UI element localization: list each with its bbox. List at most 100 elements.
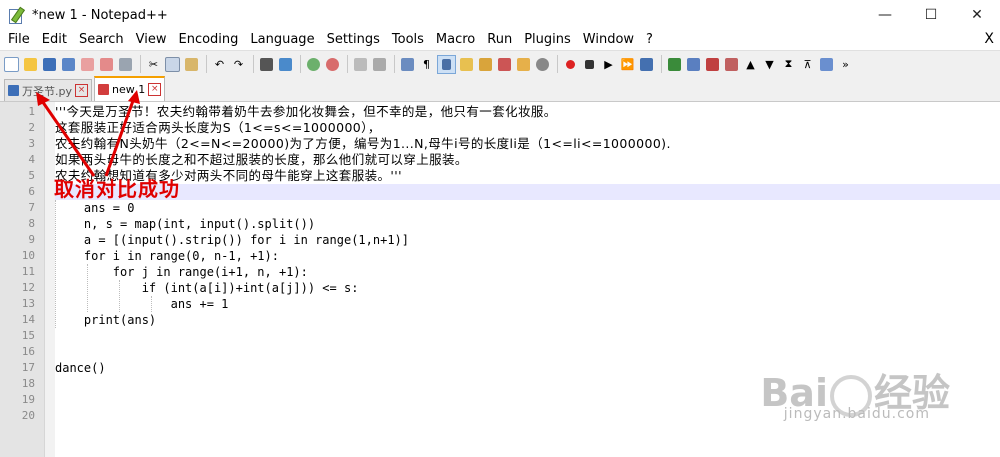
tab-new-1[interactable]: new 1 × (94, 76, 166, 101)
indent-guide (119, 280, 120, 312)
toolbar: ✂ ↶ ↷ ¶ ▶ ⏩ ▲ ▼ ⧗ ⊼ » (0, 50, 1000, 77)
function-list-icon[interactable] (496, 56, 513, 73)
menu-edit[interactable]: Edit (36, 30, 73, 50)
line-number: 3 (28, 137, 35, 150)
line-number: 18 (21, 377, 35, 390)
code-text: if (int(a[i])+int(a[j])) <= s: (55, 281, 359, 295)
line-number: 6 (28, 185, 35, 198)
udl-icon[interactable] (458, 56, 475, 73)
zoom-in-icon[interactable] (305, 56, 322, 73)
menu-plugins[interactable]: Plugins (518, 30, 577, 50)
code-line: ans += 1 (55, 296, 1000, 312)
sync-vertical-icon[interactable] (352, 56, 369, 73)
line-number: 11 (21, 265, 35, 278)
line-number: 5 (28, 169, 35, 182)
tab-close-icon[interactable]: × (148, 83, 162, 96)
code-text: '''今天是万圣节！农夫约翰带着奶牛去参加化妆舞会，但不幸的是，他只有一套化妆服… (55, 104, 557, 119)
paste-icon[interactable] (183, 56, 200, 73)
menu-language[interactable]: Language (244, 30, 320, 50)
minimize-button[interactable]: — (862, 0, 908, 30)
menu-file[interactable]: File (2, 30, 36, 50)
new-file-icon[interactable] (3, 56, 20, 73)
close-button[interactable]: ✕ (954, 0, 1000, 30)
menu-help[interactable]: ? (640, 30, 659, 50)
run-macro-multiple-icon[interactable]: ⏩ (619, 56, 636, 73)
menu-bar: File Edit Search View Encoding Language … (0, 30, 1000, 50)
tab-label: new 1 (112, 83, 146, 96)
sync-horizontal-icon[interactable] (371, 56, 388, 73)
code-text: for i in range(0, n-1, +1): (55, 249, 279, 263)
menu-run[interactable]: Run (481, 30, 518, 50)
menu-search[interactable]: Search (73, 30, 130, 50)
open-file-icon[interactable] (22, 56, 39, 73)
code-text: ans = 0 (55, 201, 135, 215)
code-line: print(ans) (55, 312, 1000, 328)
replace-icon[interactable] (277, 56, 294, 73)
first-diff-icon[interactable]: ▲ (742, 56, 759, 73)
tab-close-icon[interactable]: × (75, 84, 88, 97)
line-number: 14 (21, 313, 35, 326)
close-file-icon[interactable] (79, 56, 96, 73)
watermark-url: jingyan.baidu.com (783, 406, 930, 422)
monitoring-icon[interactable] (534, 56, 551, 73)
notepadpp-icon (8, 6, 26, 24)
window-title: *new 1 - Notepad++ (32, 7, 168, 23)
nav-bar-icon[interactable] (818, 56, 835, 73)
menu-encoding[interactable]: Encoding (172, 30, 244, 50)
code-text: a = [(input().strip()) for i in range(1,… (55, 233, 410, 247)
line-number: 16 (21, 345, 35, 358)
code-text: 如果两头母牛的长度之和不超过服装的长度，那么他们就可以穿上服装。 (55, 152, 468, 167)
menu-window[interactable]: Window (577, 30, 640, 50)
code-text: ans += 1 (55, 297, 229, 311)
menu-tools[interactable]: Tools (386, 30, 430, 50)
last-diff-icon[interactable]: ⧗ (780, 56, 797, 73)
toolbar-more-icon[interactable]: » (837, 56, 854, 73)
maximize-button[interactable]: ☐ (908, 0, 954, 30)
redo-icon[interactable]: ↷ (230, 56, 247, 73)
line-number: 17 (21, 361, 35, 374)
menu-macro[interactable]: Macro (430, 30, 481, 50)
indent-guide (151, 296, 152, 312)
code-line: a = [(input().strip()) for i in range(1,… (55, 232, 1000, 248)
stop-macro-icon[interactable] (581, 56, 598, 73)
prev-diff-icon[interactable]: ⊼ (799, 56, 816, 73)
find-icon[interactable] (258, 56, 275, 73)
play-macro-icon[interactable]: ▶ (600, 56, 617, 73)
copy-icon[interactable] (164, 56, 181, 73)
line-number-gutter: 1 2 3 4 5 6 7 8 9 10 11 12 13 14 15 16 1… (0, 102, 44, 457)
zoom-out-icon[interactable] (324, 56, 341, 73)
save-all-icon[interactable] (60, 56, 77, 73)
compare-options-icon[interactable] (685, 56, 702, 73)
show-all-chars-icon[interactable]: ¶ (418, 56, 435, 73)
code-text: n, s = map(int, input().split()) (55, 217, 316, 231)
current-line (55, 184, 1000, 200)
line-number: 1 (28, 105, 35, 118)
clear-all-compare-icon[interactable] (723, 56, 740, 73)
title-bar: *new 1 - Notepad++ — ☐ ✕ (0, 0, 1000, 30)
undo-icon[interactable]: ↶ (211, 56, 228, 73)
save-macro-icon[interactable] (638, 56, 655, 73)
cut-icon[interactable]: ✂ (145, 56, 162, 73)
saved-file-icon (8, 85, 19, 96)
next-diff-icon[interactable]: ▼ (761, 56, 778, 73)
indent-guide-icon[interactable] (437, 54, 456, 74)
code-line: ans = 0 (55, 200, 1000, 216)
tab-wanshengjie[interactable]: 万圣节.py × (4, 79, 92, 101)
compare-icon[interactable] (666, 56, 683, 73)
clear-compare-icon[interactable] (704, 56, 721, 73)
folder-workspace-icon[interactable] (515, 56, 532, 73)
save-icon[interactable] (41, 56, 58, 73)
menu-view[interactable]: View (130, 30, 173, 50)
fold-margin[interactable] (44, 102, 55, 457)
code-line: 农夫约翰有N头奶牛（2<=N<=20000)为了方便，编号为1...N,母牛i号… (55, 136, 1000, 152)
line-number: 8 (28, 217, 35, 230)
menu-settings[interactable]: Settings (321, 30, 386, 50)
word-wrap-icon[interactable] (399, 56, 416, 73)
doc-map-icon[interactable] (477, 56, 494, 73)
unsaved-file-icon (98, 84, 109, 95)
print-icon[interactable] (117, 56, 134, 73)
document-close-x[interactable]: X (984, 31, 994, 47)
record-macro-icon[interactable] (562, 56, 579, 73)
close-all-icon[interactable] (98, 56, 115, 73)
